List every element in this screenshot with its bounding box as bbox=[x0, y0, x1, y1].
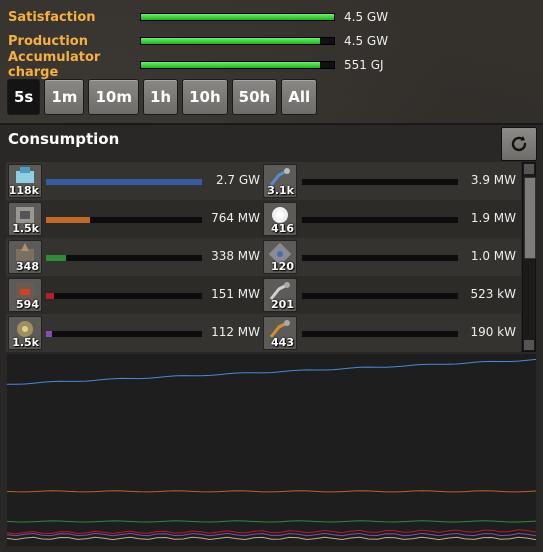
time-button-All[interactable]: All bbox=[281, 79, 318, 115]
graph-series-line bbox=[7, 536, 536, 541]
stat-bar-fill bbox=[141, 62, 321, 68]
filter-inserter-icon[interactable]: 201 bbox=[263, 278, 297, 312]
stat-bar bbox=[140, 37, 335, 45]
consumption-value: 3.9 MW bbox=[470, 173, 516, 187]
stat-value: 551 GJ bbox=[344, 58, 384, 72]
scroll-thumb[interactable] bbox=[524, 177, 536, 259]
consumption-bar bbox=[302, 179, 458, 185]
time-button-10m[interactable]: 10m bbox=[88, 79, 139, 115]
graph-series-line bbox=[7, 490, 536, 493]
stat-bar-fill bbox=[141, 14, 334, 20]
entity-count: 3.1k bbox=[267, 184, 294, 197]
roboport-icon[interactable]: 120 bbox=[263, 240, 297, 274]
stat-bar bbox=[140, 61, 335, 69]
time-button-10h[interactable]: 10h bbox=[182, 79, 228, 115]
consumption-value: 190 kW bbox=[470, 325, 516, 339]
consumption-bar bbox=[302, 293, 458, 299]
stat-bar-fill bbox=[141, 38, 321, 44]
long-inserter-icon[interactable]: 443 bbox=[263, 316, 297, 350]
refresh-icon bbox=[511, 136, 527, 152]
stat-value: 4.5 GW bbox=[344, 10, 389, 24]
consumption-bar bbox=[302, 217, 458, 223]
entity-count: 201 bbox=[271, 298, 294, 311]
list-row: 118k 2.7 GW 3.1k 3.9 MW bbox=[6, 162, 521, 200]
stat-value: 4.5 GW bbox=[344, 34, 389, 48]
time-range-selector: 5s 1m 10m 1h 10h 50h All bbox=[7, 79, 318, 115]
consumption-bar bbox=[302, 255, 458, 261]
stat-label: Accumulator charge bbox=[8, 50, 101, 80]
time-button-1m[interactable]: 1m bbox=[44, 79, 85, 115]
consumption-graph bbox=[7, 354, 536, 546]
consumption-bar bbox=[302, 331, 458, 337]
graph-series-line bbox=[7, 532, 536, 537]
stat-row: Production 4.5 GW bbox=[8, 33, 388, 49]
list-row: 594 151 MW 201 523 kW bbox=[6, 276, 521, 314]
entity-count: 443 bbox=[271, 336, 294, 349]
inserter-icon[interactable]: 3.1k bbox=[263, 164, 297, 198]
panel-title: Consumption bbox=[8, 130, 120, 148]
lamp-icon[interactable]: 416 bbox=[263, 202, 297, 236]
consumer-entry[interactable]: 120 1.0 MW bbox=[6, 240, 521, 274]
list-row: 1.5k 112 MW 443 190 kW bbox=[6, 314, 521, 352]
stat-row: Satisfaction 4.5 GW bbox=[8, 9, 388, 25]
list-row: 1.5k 764 MW 416 1.9 MW bbox=[6, 200, 521, 238]
consumption-value: 1.0 MW bbox=[470, 249, 516, 263]
list-row: 348 338 MW 120 1.0 MW bbox=[6, 238, 521, 276]
scroll-up-arrow[interactable] bbox=[524, 164, 534, 174]
graph-series-line bbox=[7, 520, 536, 523]
graph-series-line bbox=[7, 358, 536, 385]
time-button-1h[interactable]: 1h bbox=[142, 79, 179, 115]
time-button-50h[interactable]: 50h bbox=[231, 79, 278, 115]
scroll-down-arrow[interactable] bbox=[524, 340, 534, 350]
consumption-value: 523 kW bbox=[470, 287, 516, 301]
consumer-entry[interactable]: 443 190 kW bbox=[6, 316, 521, 350]
consumer-entry[interactable]: 416 1.9 MW bbox=[6, 202, 521, 236]
consumption-list: 118k 2.7 GW 3.1k 3.9 MW 1.5k 764 MW 416 1.9 MW 3… bbox=[6, 162, 521, 352]
refresh-button[interactable] bbox=[501, 127, 537, 161]
consumer-entry[interactable]: 201 523 kW bbox=[6, 278, 521, 312]
consumer-entry[interactable]: 3.1k 3.9 MW bbox=[6, 164, 521, 198]
stat-label: Production bbox=[8, 33, 88, 49]
stat-row: Accumulator charge 551 GJ bbox=[8, 50, 388, 80]
entity-count: 120 bbox=[271, 260, 294, 273]
graph-canvas bbox=[7, 358, 536, 541]
stat-label: Satisfaction bbox=[8, 9, 96, 25]
consumption-value: 1.9 MW bbox=[470, 211, 516, 225]
stat-bar bbox=[140, 13, 335, 21]
list-scrollbar[interactable] bbox=[522, 162, 536, 352]
entity-count: 416 bbox=[271, 222, 294, 235]
time-button-5s[interactable]: 5s bbox=[7, 79, 41, 115]
